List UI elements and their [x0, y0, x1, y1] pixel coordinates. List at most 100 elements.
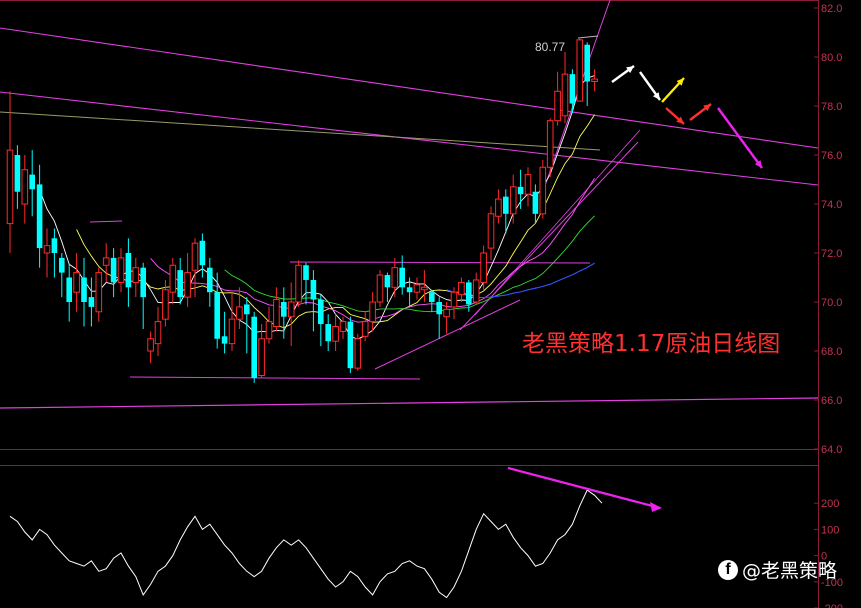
- candle-body: [154, 321, 162, 345]
- price-tick-label: 74.0: [821, 199, 842, 211]
- brand-text: @老黑策略: [742, 560, 838, 582]
- candle-body: [287, 301, 295, 318]
- trend-line: [129, 376, 421, 380]
- candle-body: [487, 213, 495, 249]
- candle-body: [339, 321, 347, 332]
- candle-body: [436, 302, 442, 315]
- candle-body: [413, 284, 421, 293]
- candle-body: [532, 191, 539, 214]
- candle-body: [466, 282, 472, 305]
- candle-body: [221, 336, 228, 344]
- candle-body: [347, 321, 354, 369]
- candle-body: [458, 281, 465, 296]
- price-axis: 82.0 80.0 78.0 76.0 74.0 72.0 70.0 68.0 66.0 64.0…: [814, 0, 843, 608]
- candle-body: [354, 338, 362, 369]
- price-tick-label: 72.0: [821, 248, 842, 260]
- candle-body: [236, 306, 243, 320]
- candle-body: [361, 321, 369, 337]
- candle-body: [391, 267, 399, 288]
- candles: [6, 37, 598, 383]
- candle-body: [421, 286, 428, 291]
- candle-body: [125, 253, 132, 288]
- candle-body: [110, 257, 117, 283]
- candle-body: [251, 316, 257, 378]
- trend-line: [0, 111, 601, 151]
- price-tick-label: 82.0: [821, 3, 842, 15]
- candle-body: [443, 308, 450, 318]
- price-tick-label: 78.0: [821, 101, 842, 113]
- candle-body: [6, 149, 14, 225]
- candle-body: [495, 198, 502, 217]
- candle-body: [554, 90, 561, 122]
- candle-body: [369, 301, 376, 323]
- arrow-down-magenta: [717, 107, 763, 169]
- candle-body: [102, 257, 110, 266]
- candle-body: [88, 297, 95, 307]
- candle-body: [59, 257, 65, 273]
- candle-body: [191, 242, 199, 271]
- candle-body: [21, 169, 29, 205]
- candle-body: [406, 287, 413, 293]
- price-tick-label: 76.0: [821, 150, 842, 162]
- candle-body: [265, 321, 273, 340]
- candle-body: [561, 73, 569, 117]
- candle-body: [244, 304, 250, 315]
- trend-line: [474, 129, 641, 316]
- candle-body: [539, 166, 547, 215]
- candle-body: [81, 277, 87, 302]
- candle-body: [584, 44, 590, 82]
- candle-body: [450, 291, 458, 308]
- candle-body: [332, 326, 339, 342]
- candle-body: [258, 338, 265, 376]
- candle-body: [281, 302, 287, 317]
- price-tick-label: 70.0: [821, 297, 842, 309]
- facebook-icon: f: [718, 559, 738, 580]
- candle-body: [117, 257, 125, 283]
- candle-body: [509, 186, 517, 215]
- candle-body: [273, 299, 280, 327]
- candle-body: [524, 174, 532, 195]
- candle-body: [43, 245, 51, 254]
- candle-body: [546, 120, 554, 168]
- price-tick-label: 68.0: [821, 346, 842, 358]
- candle-body: [162, 289, 169, 320]
- price-tick-label: 66.0: [821, 395, 842, 407]
- candle-body: [303, 265, 309, 280]
- candle-body: [147, 338, 154, 352]
- candle-body: [318, 299, 324, 325]
- chart-title: 老黑策略1.17原油日线图: [522, 331, 781, 357]
- candle-body: [480, 252, 487, 283]
- candle-body: [169, 264, 177, 293]
- candle-body: [310, 279, 317, 300]
- candle-body: [73, 272, 80, 293]
- forecast-arrows: [611, 65, 763, 169]
- trend-line: [289, 261, 591, 264]
- candle-body: [184, 272, 191, 298]
- candle-body: [207, 267, 213, 293]
- divergence-line: [507, 466, 661, 510]
- price-tick-label: 80.0: [821, 52, 842, 64]
- osc-tick-label: -200: [821, 603, 843, 608]
- candle-body: [325, 324, 331, 342]
- candle-body: [472, 279, 480, 303]
- price-chart: 82.0 80.0 78.0 76.0 74.0 72.0 70.0 68.0 66.0 64.0…: [0, 0, 843, 608]
- trend-line: [0, 27, 819, 149]
- peak-label: 80.77: [535, 40, 566, 54]
- osc-tick-label: 200: [821, 498, 839, 510]
- candle-body: [95, 272, 103, 313]
- trend-line: [0, 91, 819, 186]
- brand-watermark: f @老黑策略: [718, 556, 837, 583]
- candle-body: [384, 275, 391, 288]
- candle-body: [576, 39, 584, 102]
- candle-body: [14, 155, 21, 192]
- candle-body: [51, 238, 58, 253]
- candle-body: [199, 240, 206, 266]
- candle-body: [591, 78, 598, 83]
- candle-body: [399, 267, 405, 288]
- price-tick-label: 64.0: [821, 444, 842, 456]
- candle-body: [517, 186, 524, 195]
- candle-body: [140, 267, 146, 298]
- candle-body: [295, 264, 302, 303]
- trend-line: [0, 397, 819, 409]
- candle-body: [429, 292, 435, 302]
